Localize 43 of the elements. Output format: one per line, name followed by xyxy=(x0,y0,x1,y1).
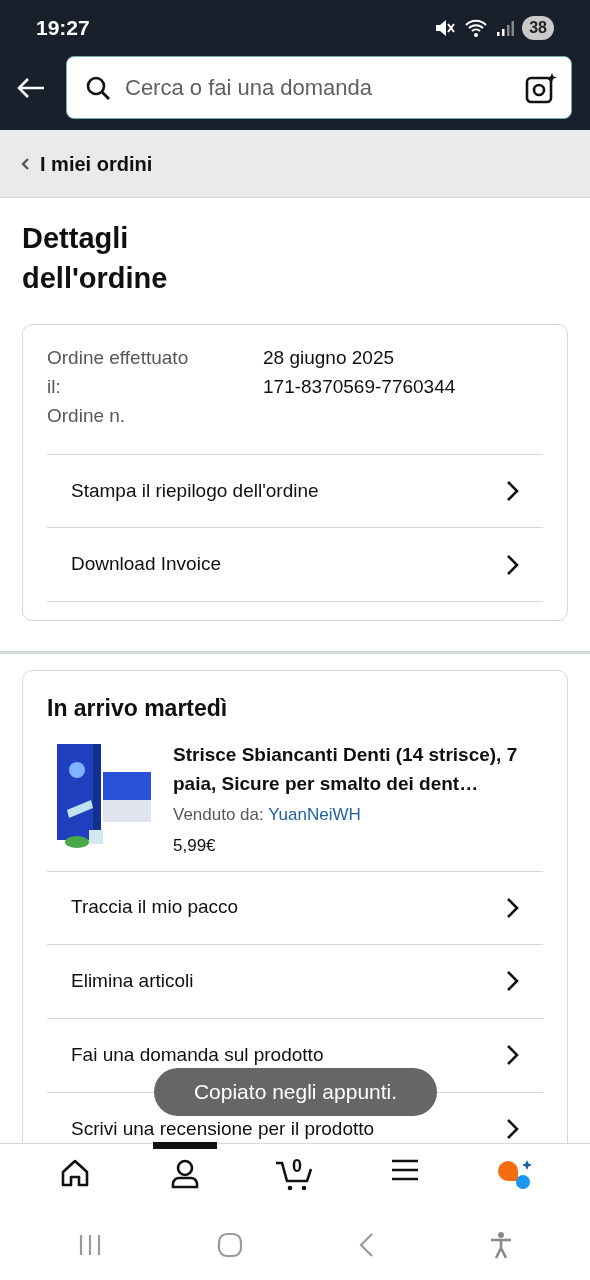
chevron-right-icon xyxy=(505,896,519,919)
chevron-right-icon xyxy=(505,553,519,576)
breadcrumb-link[interactable]: I miei ordini xyxy=(0,130,590,198)
seller-info: Venduto da: YuanNeiWH xyxy=(173,803,362,826)
chat-bubbles-icon xyxy=(496,1159,534,1191)
account-icon xyxy=(170,1159,200,1189)
cart-icon xyxy=(275,1159,315,1191)
action-row[interactable]: Stampa il riepilogo dell'ordine xyxy=(47,454,543,528)
cart-count: 0 xyxy=(292,1155,302,1178)
mute-icon xyxy=(434,17,457,38)
seller-link[interactable]: YuanNeiWH xyxy=(268,804,361,824)
home-icon xyxy=(60,1159,90,1187)
page-title: Dettagli dell'ordine xyxy=(21,221,169,296)
product-price: 5,99€ xyxy=(173,835,217,857)
menu-icon xyxy=(391,1159,419,1181)
copied-toast: Copiato negli appunti. xyxy=(154,1068,437,1116)
nav-tab[interactable]: 0 xyxy=(263,1142,327,1202)
field-label: Ordine effettuato il: xyxy=(47,346,190,399)
chevron-right-icon xyxy=(505,970,519,992)
action-row[interactable]: Download Invoice xyxy=(47,528,543,602)
chevron-left-icon xyxy=(20,156,30,171)
field-value: 28 giugno 2025 xyxy=(262,346,395,370)
battery-level: 38 xyxy=(522,15,554,40)
chevron-right-icon xyxy=(505,1118,519,1140)
shipment-heading: In arrivo martedì xyxy=(47,694,229,723)
status-time: 19:27 xyxy=(36,14,90,41)
field-value: 171-8370569-7760344 xyxy=(262,375,456,399)
camera-icon[interactable] xyxy=(525,71,557,104)
back-arrow-icon[interactable] xyxy=(16,75,46,100)
product-title[interactable]: Strisce Sbiancanti Denti (14 strisce), 7 paia, Sicure per smalto dei dent… xyxy=(173,739,543,798)
search-icon xyxy=(85,74,111,101)
recent-apps-icon[interactable] xyxy=(77,1234,102,1256)
search-bar[interactable]: Cerca o fai una domanda xyxy=(66,56,572,119)
field-label: Ordine n. xyxy=(47,404,127,428)
back-icon[interactable] xyxy=(357,1232,374,1258)
chevron-right-icon xyxy=(505,480,519,502)
home-button-icon[interactable] xyxy=(216,1232,243,1258)
wifi-icon xyxy=(464,17,489,38)
accessibility-icon[interactable] xyxy=(488,1231,513,1259)
action-row[interactable]: Traccia il mio pacco xyxy=(47,870,543,945)
chevron-right-icon xyxy=(505,1044,519,1066)
action-row[interactable]: Elimina articoli xyxy=(47,944,543,1019)
signal-icon xyxy=(496,18,515,37)
